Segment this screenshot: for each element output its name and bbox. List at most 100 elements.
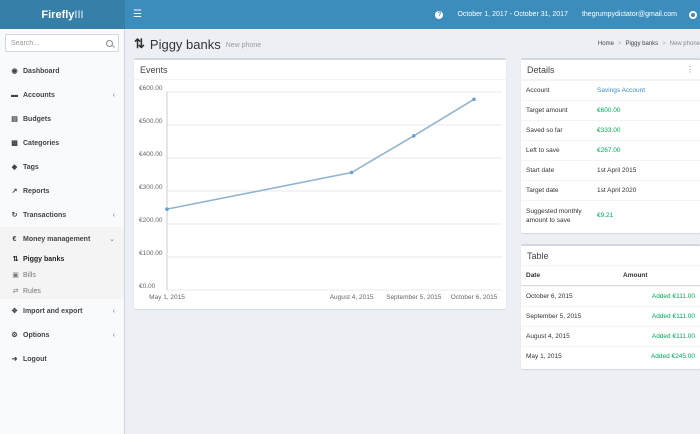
sidebar-item-label: Logout [23, 355, 47, 363]
content-header: ⇅ Piggy banks New phone Home > Piggy ban… [134, 34, 700, 54]
detail-label: Target amount [526, 107, 568, 114]
top-navbar: ☰ ? October 1, 2017 - October 31, 2017 t… [125, 0, 700, 29]
sidebar-item-tags[interactable]: ◆ Tags [0, 155, 124, 179]
y-tick-label: €0.00 [139, 283, 156, 290]
sidebar-item-categories[interactable]: ▩ Categories [0, 131, 124, 155]
search-input[interactable] [11, 39, 106, 47]
breadcrumb-separator: > [662, 41, 666, 47]
series-line [166, 98, 475, 210]
sidebar-item-budgets[interactable]: ▤ Budgets [0, 107, 124, 131]
table-row: May 1, 2015 Added €245.00 [521, 346, 700, 366]
y-tick-label: €100.00 [139, 250, 163, 257]
sidebar-item-label: Dashboard [23, 67, 60, 75]
sidebar-item-label: Options [23, 331, 50, 339]
more-vertical-icon[interactable]: ⋮ [686, 65, 694, 74]
data-point [411, 134, 416, 138]
detail-row: Start date 1st April 2015 [521, 160, 700, 180]
sidebar-item-label: Import and export [23, 307, 83, 315]
chevron-left-icon: ‹ [112, 307, 115, 315]
sidebar-item-reports[interactable]: ↗ Reports [0, 179, 124, 203]
chevron-left-icon: ‹ [112, 211, 115, 219]
breadcrumb: Home > Piggy banks > New phone [598, 41, 700, 47]
brand-name: Firefly [41, 8, 75, 21]
column-header-date[interactable]: Date [526, 272, 623, 279]
sidebar-item-label: Accounts [23, 91, 55, 99]
sidebar: ◉ Dashboard ▬ Accounts ‹ ▤ Budgets ▩ Cat… [0, 29, 125, 434]
sidebar-menu: ◉ Dashboard ▬ Accounts ‹ ▤ Budgets ▩ Cat… [0, 59, 124, 371]
sidebar-item-accounts[interactable]: ▬ Accounts ‹ [0, 83, 124, 107]
detail-value[interactable]: Savings Account [597, 87, 645, 94]
sort-amount-icon: ⇅ [12, 256, 19, 263]
credit-card-icon: ▬ [11, 91, 18, 99]
sidebar-item-label: Budgets [23, 115, 51, 123]
sidebar-item-logout[interactable]: ➜ Logout [0, 347, 124, 371]
brand-logo[interactable]: Firefly III [0, 0, 125, 29]
detail-value: €9.21 [597, 212, 614, 219]
search-icon[interactable] [106, 39, 113, 47]
detail-value: 1st April 2015 [597, 167, 637, 174]
sidebar-item-bills[interactable]: ▣ Bills [0, 267, 124, 283]
sidebar-item-money-management[interactable]: € Money management ⌄ [0, 227, 124, 251]
details-list: Account Savings Account Target amount €600.… [521, 80, 700, 230]
bar-chart-icon: ▩ [11, 140, 18, 147]
data-point [165, 207, 169, 211]
sidebar-item-piggy-banks[interactable]: ⇅ Piggy banks [0, 251, 124, 267]
sidebar-item-import-export[interactable]: ✥ Import and export ‹ [0, 299, 124, 323]
random-icon: ⇄ [12, 288, 19, 295]
sort-amount-icon: ⇅ [134, 36, 145, 51]
breadcrumb-piggy-banks[interactable]: Piggy banks [625, 41, 658, 47]
details-box: Details ⋮ Account Savings Account Target a… [521, 58, 700, 233]
arrows-icon: ✥ [11, 308, 18, 315]
detail-label: Saved so far [526, 127, 563, 134]
y-tick-label: €600.00 [139, 85, 163, 92]
events-title: Events [134, 60, 506, 80]
sidebar-item-rules[interactable]: ⇄ Rules [0, 283, 124, 299]
table-cell-date: September 5, 2015 [526, 313, 582, 320]
detail-value: 1st April 2020 [597, 187, 637, 194]
chevron-down-icon: ⌄ [109, 236, 115, 243]
detail-label: Start date [526, 167, 555, 174]
sidebar-item-label: Bills [23, 271, 36, 279]
date-range-picker[interactable]: October 1, 2017 - October 31, 2017 [457, 11, 568, 18]
detail-label: Account [526, 87, 550, 94]
column-header-amount[interactable]: Amount [623, 272, 648, 279]
breadcrumb-home[interactable]: Home [598, 41, 614, 47]
detail-value: €267.00 [597, 147, 621, 154]
user-menu[interactable]: thegrumpydictator@gmail.com [582, 11, 677, 18]
table-header: Date Amount [521, 266, 700, 286]
y-tick-label: €500.00 [139, 118, 163, 125]
table-cell-date: May 1, 2015 [526, 353, 562, 360]
x-tick-label: September 5, 2015 [386, 294, 442, 301]
sidebar-item-transactions[interactable]: ↻ Transactions ‹ [0, 203, 124, 227]
sidebar-item-dashboard[interactable]: ◉ Dashboard [0, 59, 124, 83]
tags-icon: ◆ [11, 164, 18, 171]
cogs-icon: ⚙ [11, 332, 18, 339]
page-subtitle: New phone [225, 42, 262, 49]
repeat-icon: ↻ [11, 212, 18, 219]
help-icon[interactable]: ? [435, 10, 444, 19]
money-management-submenu: ⇅ Piggy banks ▣ Bills ⇄ Rules [0, 251, 124, 299]
y-tick-label: €300.00 [139, 184, 163, 191]
sidebar-item-options[interactable]: ⚙ Options ‹ [0, 323, 124, 347]
gear-icon[interactable] [689, 10, 697, 19]
breadcrumb-separator: > [617, 41, 622, 47]
detail-value: €333.00 [597, 127, 621, 134]
data-point [472, 97, 476, 102]
chevron-left-icon: ‹ [112, 331, 115, 339]
calendar-icon: ▣ [12, 272, 19, 279]
detail-row: Target amount €600.00 [521, 100, 700, 120]
x-tick-label: October 6, 2015 [451, 294, 498, 301]
details-title: Details [527, 64, 555, 75]
table-cell-amount: Added €111.00 [651, 293, 695, 300]
table-box: Table Date Amount October 6, 2015 Added €… [521, 244, 700, 369]
sidebar-item-label: Reports [23, 187, 50, 195]
hamburger-icon[interactable]: ☰ [133, 9, 147, 20]
table-cell-amount: Added €111.00 [651, 333, 695, 340]
sidebar-item-label: Transactions [23, 211, 67, 219]
line-chart-icon: ↗ [11, 188, 18, 195]
y-tick-label: €200.00 [139, 217, 163, 224]
detail-label: Suggested monthly amount to save [526, 207, 582, 224]
sidebar-item-label: Tags [23, 163, 39, 171]
sidebar-item-label: Rules [23, 287, 41, 295]
detail-label: Target date [526, 187, 559, 194]
